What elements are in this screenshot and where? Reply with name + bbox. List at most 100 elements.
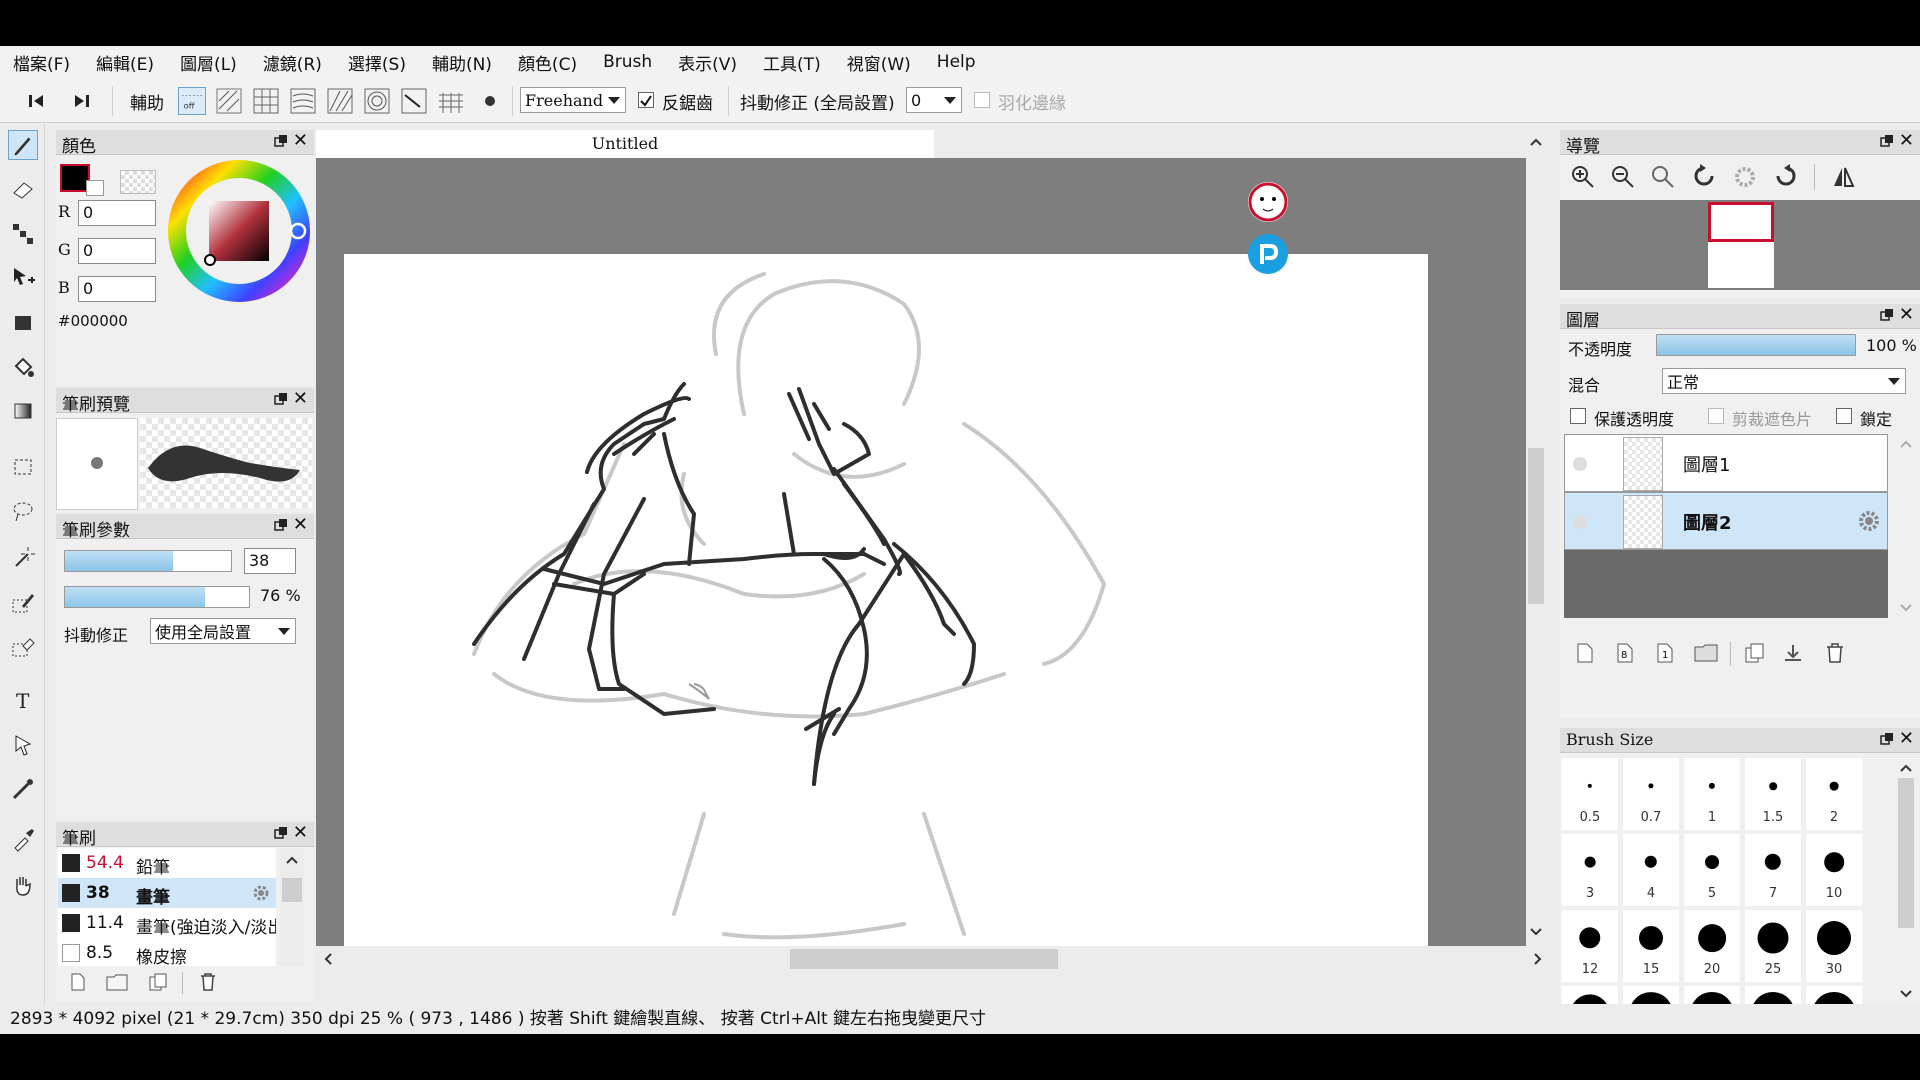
gradient-tool-icon[interactable] (8, 396, 38, 426)
color-wheel[interactable] (168, 160, 310, 302)
dot-icon[interactable] (476, 87, 504, 115)
undock-icon[interactable] (1880, 134, 1894, 148)
hand-tool-icon[interactable] (8, 870, 38, 900)
feather-checkbox[interactable] (974, 92, 990, 108)
perspective-lines-icon[interactable] (326, 87, 354, 115)
brush-size-option[interactable]: 5 (1684, 834, 1740, 906)
brush-size-option[interactable]: 30 (1806, 910, 1862, 982)
grid-icon[interactable] (252, 87, 280, 115)
scrollbar-thumb[interactable] (282, 878, 302, 902)
brush-size-input[interactable]: 38 (244, 548, 296, 574)
menu-help[interactable]: Help (924, 52, 989, 72)
parallel-lines-icon[interactable] (215, 87, 243, 115)
canvas-vertical-scrollbar[interactable] (1526, 130, 1546, 946)
undock-icon[interactable] (274, 518, 288, 532)
layer-folder-icon[interactable] (1694, 642, 1718, 664)
chevron-right-icon[interactable] (1534, 953, 1542, 965)
brush-item-paintbrush[interactable]: 38 畫筆 (58, 878, 276, 909)
trash-icon[interactable] (198, 972, 218, 992)
canvas-horizontal-scrollbar[interactable] (316, 946, 1546, 972)
document-tab[interactable]: Untitled (316, 130, 934, 158)
brush-tool-icon[interactable] (8, 130, 38, 160)
duplicate-brush-icon[interactable] (148, 972, 168, 992)
select-eraser-tool-icon[interactable] (8, 632, 38, 662)
close-icon[interactable]: ✕ (1899, 305, 1914, 325)
navigator-thumbnail[interactable] (1560, 200, 1920, 290)
brush-size-option[interactable]: 150 (1806, 986, 1862, 1004)
brush-size-option[interactable]: 25 (1745, 910, 1801, 982)
brush-size-option[interactable]: 15 (1623, 910, 1679, 982)
chevron-up-icon[interactable] (286, 856, 298, 864)
undock-icon[interactable] (274, 826, 288, 840)
rect-select-tool-icon[interactable] (8, 452, 38, 482)
r-input[interactable]: 0 (78, 200, 156, 226)
layer-opacity-slider[interactable] (1656, 334, 1856, 356)
chevron-down-icon[interactable] (1900, 990, 1912, 998)
scrollbar-thumb[interactable] (1898, 778, 1914, 928)
duplicate-layer-icon[interactable] (1744, 642, 1766, 664)
brush-stabilizer-select[interactable]: 使用全局設置 (150, 618, 296, 644)
visibility-icon[interactable] (1573, 457, 1587, 471)
zoom-out-icon[interactable] (1610, 164, 1636, 190)
brush-mode-select[interactable]: Freehand (520, 87, 626, 113)
eyedropper-tool-icon[interactable] (8, 824, 38, 854)
antialias-checkbox[interactable] (638, 92, 654, 108)
eraser-tool-icon[interactable] (8, 174, 38, 204)
menu-file[interactable]: 檔案(F) (0, 50, 83, 75)
menu-edit[interactable]: 編輯(E) (83, 50, 167, 75)
brush-size-option[interactable]: 100 (1745, 986, 1801, 1004)
brush-size-option[interactable]: 0.5 (1562, 758, 1618, 830)
concentric-circle-icon[interactable] (363, 87, 391, 115)
snap-off-icon[interactable]: off (178, 87, 206, 115)
menu-filter[interactable]: 濾鏡(R) (250, 50, 335, 75)
layer-row-2[interactable]: 圖層2 (1564, 492, 1888, 550)
perspective-grid-icon[interactable] (437, 87, 465, 115)
undock-icon[interactable] (274, 134, 288, 148)
horizontal-lines-icon[interactable] (289, 87, 317, 115)
menu-select[interactable]: 選擇(S) (335, 50, 419, 75)
brush-size-option[interactable]: 20 (1684, 910, 1740, 982)
new-8bit-layer-icon[interactable]: 8 (1614, 642, 1636, 664)
menu-assist[interactable]: 輔助(N) (419, 50, 505, 75)
gear-icon[interactable] (252, 884, 270, 902)
lasso-tool-icon[interactable] (8, 496, 38, 526)
dot-brush-tool-icon[interactable] (8, 218, 38, 248)
zoom-reset-icon[interactable] (1650, 164, 1676, 190)
close-icon[interactable]: ✕ (1899, 131, 1914, 151)
folder-icon[interactable] (106, 972, 128, 992)
brush-size-option[interactable]: 0.7 (1623, 758, 1679, 830)
brush-size-option[interactable]: 70 (1684, 986, 1740, 1004)
layer-list-scrollbar[interactable] (1896, 434, 1916, 618)
brush-size-option[interactable]: 4 (1623, 834, 1679, 906)
close-icon[interactable]: ✕ (293, 389, 308, 409)
scrollbar-thumb[interactable] (790, 949, 1058, 969)
scrollbar-thumb[interactable] (1528, 448, 1544, 604)
close-icon[interactable]: ✕ (293, 515, 308, 535)
chevron-up-icon[interactable] (1900, 764, 1912, 772)
undock-icon[interactable] (1880, 308, 1894, 322)
brush-size-option[interactable]: 10 (1806, 834, 1862, 906)
brush-size-slider[interactable] (64, 550, 232, 572)
brush-size-option[interactable]: 1 (1684, 758, 1740, 830)
divide-tool-icon[interactable] (8, 774, 38, 804)
lock-checkbox[interactable] (1836, 408, 1852, 424)
menu-layer[interactable]: 圖層(L) (167, 50, 250, 75)
chevron-down-icon[interactable] (1530, 928, 1542, 936)
brush-size-option[interactable]: 40 (1562, 986, 1618, 1004)
undock-icon[interactable] (274, 392, 288, 406)
chevron-left-icon[interactable] (324, 953, 332, 965)
menu-color[interactable]: 顏色(C) (505, 50, 590, 75)
clipping-checkbox[interactable] (1708, 408, 1724, 424)
pixiv-button[interactable] (1248, 234, 1288, 274)
gear-icon[interactable] (1857, 509, 1881, 533)
rotate-reset-icon[interactable] (1732, 164, 1758, 190)
brush-item-pencil[interactable]: 54.4 鉛筆 (58, 848, 276, 879)
brush-size-option[interactable]: 50 (1623, 986, 1679, 1004)
stabilizer-select[interactable]: 0 (906, 87, 962, 113)
menu-view[interactable]: 表示(V) (665, 50, 750, 75)
close-icon[interactable]: ✕ (1899, 729, 1914, 749)
menu-window[interactable]: 視窗(W) (834, 50, 924, 75)
close-icon[interactable]: ✕ (293, 131, 308, 151)
close-icon[interactable]: ✕ (293, 823, 308, 843)
visibility-icon[interactable] (1573, 515, 1587, 529)
